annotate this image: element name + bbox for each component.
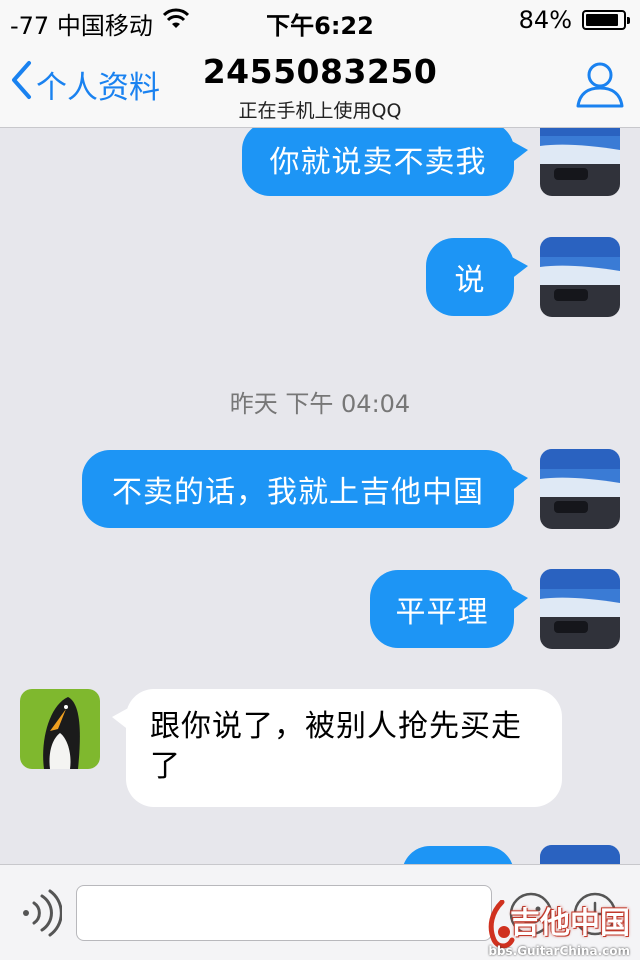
- profile-button[interactable]: [574, 58, 626, 110]
- message-bubble-outgoing[interactable]: 平平理: [370, 570, 528, 648]
- battery-icon: [582, 10, 630, 30]
- voice-button[interactable]: [18, 889, 63, 937]
- message-bubble-outgoing[interactable]: [402, 846, 514, 864]
- my-avatar[interactable]: [540, 128, 620, 196]
- my-avatar[interactable]: [540, 449, 620, 529]
- message-text: 跟你说了，被别人抢先买走了: [150, 709, 522, 784]
- chat-title: 2455083250: [202, 52, 438, 91]
- input-bar: 吉他中国 bbs.GuitarChina.com: [0, 864, 640, 960]
- message-text: 说: [454, 263, 486, 298]
- plus-button[interactable]: [572, 891, 618, 937]
- message-bubble-outgoing[interactable]: 不卖的话，我就上吉他中国: [82, 450, 528, 528]
- message-input[interactable]: [76, 885, 492, 941]
- contact-avatar[interactable]: [20, 689, 100, 769]
- chat-subtitle: 正在手机上使用QQ: [238, 100, 402, 122]
- plus-icon: [572, 892, 618, 941]
- person-icon: [574, 62, 626, 114]
- message-text: 你就说卖不卖我: [269, 145, 487, 180]
- my-avatar[interactable]: [540, 845, 620, 864]
- status-bar: -77 中国移动 下午6:22 84%: [0, 0, 640, 40]
- nav-bar: 个人资料 2455083250 正在手机上使用QQ: [0, 40, 640, 128]
- my-avatar[interactable]: [540, 237, 620, 317]
- emoji-button[interactable]: [508, 891, 554, 937]
- message-bubble-incoming[interactable]: 跟你说了，被别人抢先买走了: [112, 689, 562, 807]
- message-bubble-outgoing[interactable]: 说: [426, 238, 528, 316]
- message-bubble-outgoing[interactable]: 你就说卖不卖我: [242, 128, 528, 196]
- voice-icon: [18, 889, 63, 941]
- message-text: 平平理: [395, 595, 489, 630]
- chat-area[interactable]: 你就说卖不卖我 说 昨天 下午 04:04 不卖的话，我就上吉他中国 平平理 跟…: [0, 128, 640, 864]
- message-timestamp: 昨天 下午 04:04: [229, 390, 411, 418]
- message-text: 不卖的话，我就上吉他中国: [112, 475, 484, 510]
- battery-percentage: 84%: [518, 6, 572, 34]
- emoji-icon: [508, 892, 554, 941]
- watermark-url: bbs.GuitarChina.com: [488, 944, 630, 958]
- my-avatar[interactable]: [540, 569, 620, 649]
